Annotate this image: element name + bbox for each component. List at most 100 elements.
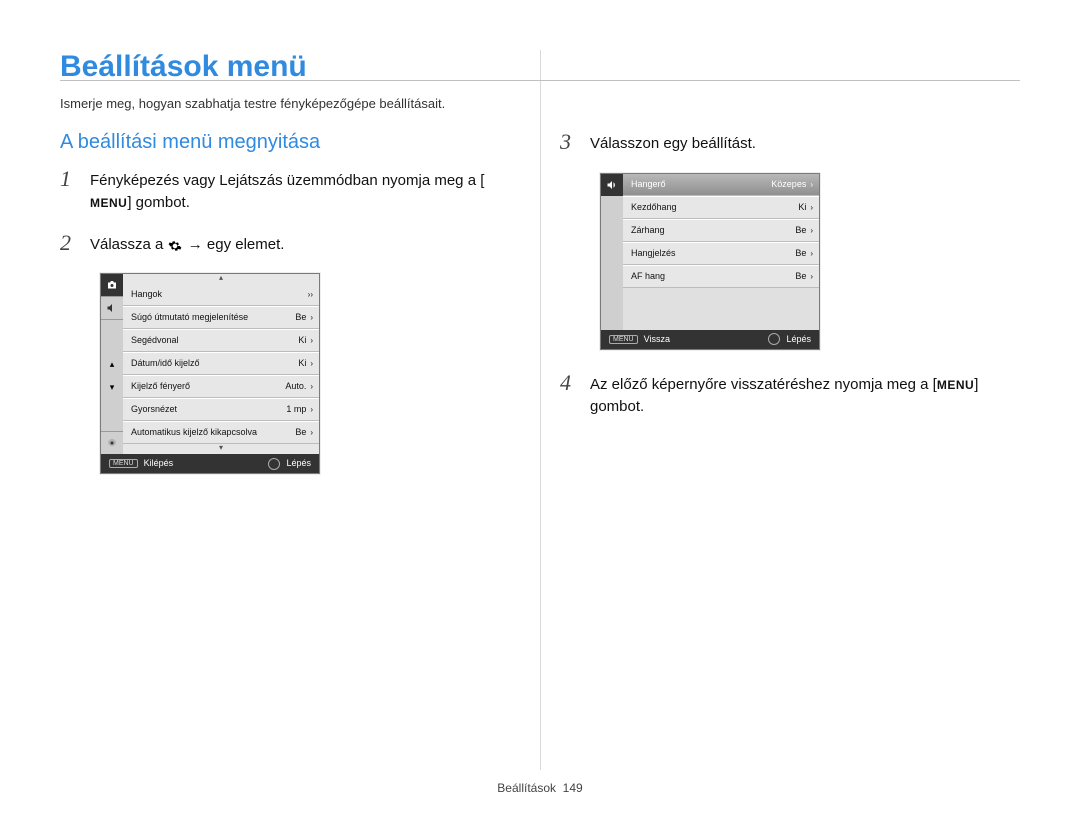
chevron-right-icon: › <box>310 336 313 345</box>
step-number: 3 <box>560 131 578 153</box>
step-number: 1 <box>60 168 78 190</box>
dpad-icon <box>268 458 280 470</box>
row-value: Be <box>295 312 306 322</box>
menu-label: MENU <box>937 377 974 394</box>
row-label: Hangjelzés <box>631 249 676 258</box>
manual-page: Beállítások menü Ismerje meg, hogyan sza… <box>0 0 1080 815</box>
chevron-right-icon: › <box>810 180 813 189</box>
row-value: Ki <box>798 202 806 212</box>
step1-pre: Fényképezés vagy Lejátszás üzemmódban ny… <box>90 172 484 189</box>
menu-badge: MENU <box>109 459 138 468</box>
settings-row[interactable]: AF hang Be › <box>623 265 819 288</box>
settings-row[interactable]: Gyorsnézet 1 mp › <box>123 398 319 421</box>
row-value: 1 mp <box>286 404 306 414</box>
scroll-up-indicator: ▴ <box>123 274 319 284</box>
settings-row[interactable]: Súgó útmutató megjelenítése Be› <box>123 306 319 329</box>
device-footer: MENU Kilépés Lépés <box>101 454 319 473</box>
device-screen-settings: ▴ ▾ ▴ Hangok ›› <box>100 273 320 474</box>
chevron-right-icon: › <box>310 382 313 391</box>
step-2: 2 Válassza a → egy elemet. <box>60 232 520 256</box>
row-value: Ki <box>298 358 306 368</box>
footer-left-label: Vissza <box>644 335 670 344</box>
device-empty-rows <box>623 288 819 330</box>
step-text: Az előző képernyőre visszatéréshez nyomj… <box>590 372 1020 418</box>
chevron-right-icon: › <box>810 272 813 281</box>
scroll-down-indicator: ▾ <box>123 444 319 454</box>
footer-right[interactable]: Lépés <box>768 333 811 345</box>
sound-tab-icon[interactable] <box>101 297 123 319</box>
row-label: AF hang <box>631 272 665 281</box>
chevron-right-icon: › <box>310 405 313 414</box>
settings-row[interactable]: Kijelző fényerő Auto. › <box>123 375 319 398</box>
row-value: Ki <box>298 335 306 345</box>
scroll-carets: ▴ ▾ <box>110 320 115 431</box>
footer-left[interactable]: MENU Vissza <box>609 335 670 344</box>
device-rows: Hangerő Közepes › Kezdőhang Ki › Zárhang B… <box>623 174 819 330</box>
row-value: Be <box>295 427 306 437</box>
footer-left[interactable]: MENU Kilépés <box>109 459 173 468</box>
chevron-right-icon: › <box>810 226 813 235</box>
settings-row[interactable]: Segédvonal Ki› <box>123 329 319 352</box>
title-rule <box>60 80 1020 81</box>
footer-section: Beállítások <box>497 781 556 795</box>
row-label: Kezdőhang <box>631 203 677 212</box>
left-column: A beállítási menü megnyitása 1 Fényképez… <box>60 131 520 474</box>
section-heading: A beállítási menü megnyitása <box>60 131 520 154</box>
caret-down-icon[interactable]: ▾ <box>110 383 115 392</box>
row-value: Auto. <box>285 381 306 391</box>
camera-tab-icon[interactable] <box>101 274 123 296</box>
settings-row[interactable]: Hangerő Közepes › <box>623 174 819 196</box>
step-number: 2 <box>60 232 78 254</box>
step-text: Válasszon egy beállítást. <box>590 131 1020 155</box>
row-label: Automatikus kijelző kikapcsolva <box>131 428 257 437</box>
footer-right[interactable]: Lépés <box>268 458 311 470</box>
settings-row[interactable]: Zárhang Be › <box>623 219 819 242</box>
device-screen-sound: Hangerő Közepes › Kezdőhang Ki › Zárhang B… <box>600 173 820 350</box>
step2-pre: Válassza a <box>90 236 168 253</box>
step-number: 4 <box>560 372 578 394</box>
step-text: Fényképezés vagy Lejátszás üzemmódban ny… <box>90 168 520 214</box>
chevron-right-icon: › <box>310 359 313 368</box>
gear-tab-icon[interactable] <box>101 432 123 454</box>
footer-right-label: Lépés <box>786 335 811 344</box>
row-label: Súgó útmutató megjelenítése <box>131 313 248 322</box>
footer-left-label: Kilépés <box>144 459 174 468</box>
sound-tab-icon[interactable] <box>601 174 623 196</box>
device-body: ▴ ▾ ▴ Hangok ›› <box>101 274 319 454</box>
step-1: 1 Fényképezés vagy Lejátszás üzemmódban … <box>60 168 520 214</box>
device-rows: ▴ Hangok ›› Súgó útmutató megjelenítése … <box>123 274 319 454</box>
row-label: Gyorsnézet <box>131 405 177 414</box>
menu-badge: MENU <box>609 335 638 344</box>
row-label: Dátum/idő kijelző <box>131 359 200 368</box>
chevron-right-icon: › <box>810 203 813 212</box>
settings-row[interactable]: Kezdőhang Ki › <box>623 196 819 219</box>
row-label: Zárhang <box>631 226 665 235</box>
row-value: Be <box>795 225 806 235</box>
device-left-tabs: ▴ ▾ <box>101 274 123 454</box>
device-left-tabs <box>601 174 623 330</box>
settings-row[interactable]: Hangjelzés Be› <box>623 242 819 265</box>
dpad-icon <box>768 333 780 345</box>
caret-up-icon[interactable]: ▴ <box>110 360 115 369</box>
settings-row[interactable]: Automatikus kijelző kikapcsolva Be › <box>123 421 319 444</box>
chevron-right-icon: ›› <box>308 290 313 299</box>
settings-row[interactable]: Dátum/idő kijelző Ki › <box>123 352 319 375</box>
footer-right-label: Lépés <box>286 459 311 468</box>
row-label: Kijelző fényerő <box>131 382 190 391</box>
row-value: Be <box>795 271 806 281</box>
device-body: Hangerő Közepes › Kezdőhang Ki › Zárhang B… <box>601 174 819 330</box>
step2-post: → egy elemet. <box>188 236 285 253</box>
row-label: Hangok <box>131 290 162 299</box>
row-label: Hangerő <box>631 180 666 189</box>
device-footer: MENU Vissza Lépés <box>601 330 819 349</box>
right-column: 3 Válasszon egy beállítást. Hangerő <box>560 131 1020 474</box>
step1-post: ] gombot. <box>127 194 190 211</box>
chevron-right-icon: › <box>310 428 313 437</box>
step-3: 3 Válasszon egy beállítást. <box>560 131 1020 155</box>
gear-icon <box>168 236 184 252</box>
row-value: Közepes <box>771 179 806 189</box>
chevron-right-icon: › <box>810 249 813 258</box>
page-footer: Beállítások 149 <box>0 781 1080 795</box>
settings-row[interactable]: Hangok ›› <box>123 284 319 306</box>
footer-page-number: 149 <box>563 781 583 795</box>
